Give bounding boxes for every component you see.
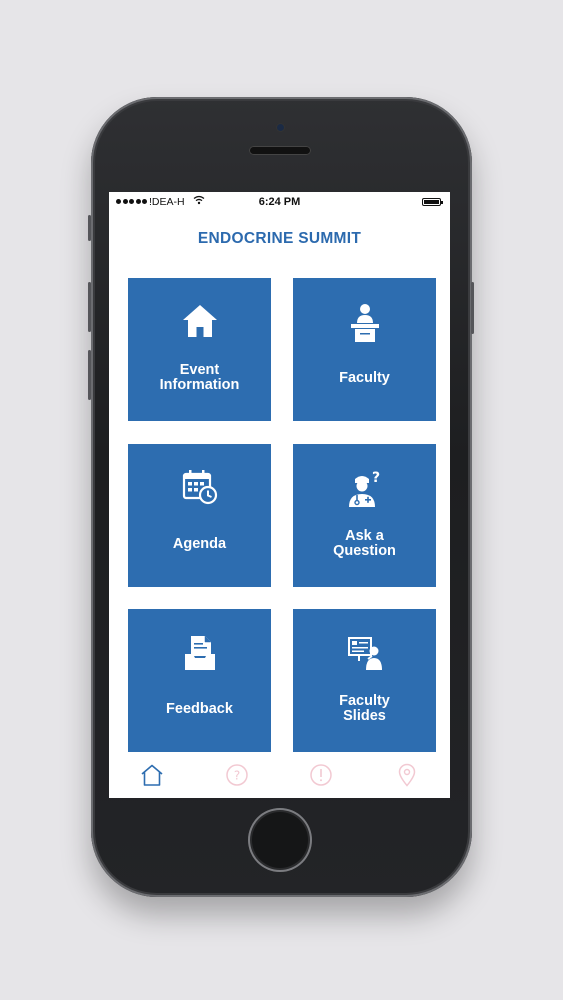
map-pin-icon [395,763,419,792]
tile-label: Faculty Slides [339,693,390,724]
info-circle-icon [309,763,333,792]
app-title: ENDOCRINE SUMMIT [197,230,362,247]
battery-icon [422,198,443,206]
bottom-tab-bar: ? [109,752,450,798]
event-information-tile[interactable]: Event Information [128,278,271,421]
faculty-slides-tile[interactable]: Faculty Slides [293,609,436,752]
app-screen: !DEA-H 6:24 PM ENDOCRINE SUMMIT Event In… [109,192,450,798]
power-button [471,282,474,334]
feedback-tile[interactable]: Feedback [128,609,271,752]
mute-switch [88,215,91,241]
svg-text:?: ? [234,768,240,782]
svg-text:?: ? [372,470,380,486]
tab-home[interactable] [139,764,165,790]
tile-label: Faculty [339,370,390,386]
earpiece-speaker [249,146,311,155]
agenda-tile[interactable]: Agenda [128,444,271,587]
tab-info[interactable] [308,763,334,792]
presentation-board-icon [346,634,384,677]
tile-label: Agenda [172,536,227,552]
doctor-question-icon: ? [345,469,385,514]
status-time: 6:24 PM [258,196,301,208]
calendar-clock-icon [182,469,218,510]
podium-speaker-icon [348,303,382,348]
tile-label: Feedback [166,701,233,717]
volume-down-button [88,350,91,400]
home-outline-icon [140,763,164,792]
home-icon [181,303,219,344]
faculty-tile[interactable]: Faculty [293,278,436,421]
tile-label: Event Information [159,362,240,393]
question-circle-icon: ? [225,763,249,792]
ask-a-question-tile[interactable]: ? Ask a Question [293,444,436,587]
tab-questions[interactable]: ? [224,763,250,792]
home-hardware-button[interactable] [248,808,312,872]
tile-label: Ask a Question [333,528,396,559]
volume-up-button [88,282,91,332]
front-camera [277,124,284,131]
document-tray-icon [183,634,217,677]
tab-location[interactable] [394,763,420,792]
status-bar: !DEA-H 6:24 PM [109,192,450,212]
